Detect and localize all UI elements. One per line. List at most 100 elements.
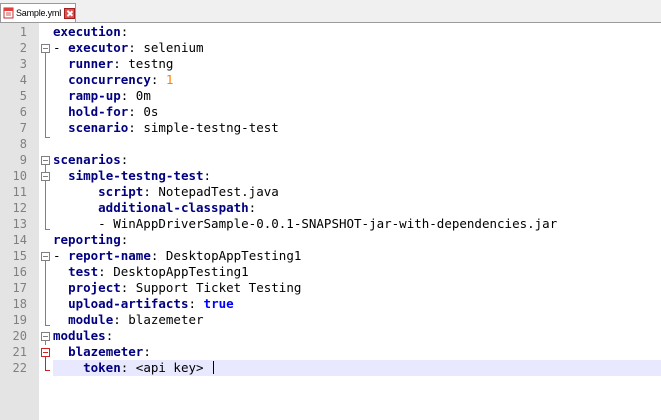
yaml-key: ramp-up	[68, 88, 121, 103]
yaml-text: : blazemeter	[113, 312, 204, 327]
yaml-text	[53, 296, 68, 311]
line-number: 2	[19, 41, 27, 55]
fold-toggle-icon[interactable]	[41, 156, 50, 165]
code-line[interactable]: modules:	[53, 328, 661, 344]
line-number: 18	[12, 297, 27, 311]
line-number: 10	[12, 169, 27, 183]
yaml-text	[53, 88, 68, 103]
code-line[interactable]: test: DesktopAppTesting1	[53, 264, 661, 280]
yaml-text: :	[143, 344, 151, 359]
yaml-text: : Support Ticket Testing	[120, 280, 302, 295]
code-line[interactable]: - report-name: DesktopAppTesting1	[53, 248, 661, 264]
line-number: 5	[19, 89, 27, 103]
yaml-text	[53, 72, 68, 87]
line-number: 21	[12, 345, 27, 359]
fold-toggle-icon[interactable]	[41, 332, 50, 341]
yaml-text: : DesktopAppTesting1	[98, 264, 249, 279]
code-line[interactable]: simple-testng-test:	[53, 168, 661, 184]
code-line[interactable]: scenarios:	[53, 152, 661, 168]
line-number: 6	[19, 105, 27, 119]
yaml-text	[53, 104, 68, 119]
yaml-file-icon	[3, 7, 14, 19]
yaml-text	[53, 312, 68, 327]
fold-toggle-icon[interactable]	[41, 44, 50, 53]
yaml-key: test	[68, 264, 99, 279]
yaml-text: :	[150, 72, 166, 87]
yaml-key: scenarios	[53, 152, 121, 167]
line-number: 4	[19, 73, 27, 87]
line-number: 22	[12, 361, 27, 375]
code-line[interactable]: scenario: simple-testng-test	[53, 120, 661, 136]
yaml-key: scenario	[68, 120, 129, 135]
yaml-key: runner	[68, 56, 114, 71]
code-line[interactable]: token: <api key>	[53, 360, 661, 376]
yaml-key: execution	[53, 24, 121, 39]
yaml-key: executor	[68, 40, 129, 55]
code-line[interactable]: ramp-up: 0m	[53, 88, 661, 104]
yaml-key: report-name	[68, 248, 151, 263]
yaml-key: hold-for	[68, 104, 129, 119]
yaml-text	[53, 360, 83, 375]
yaml-key: modules	[53, 328, 106, 343]
line-number: 16	[12, 265, 27, 279]
yaml-text	[53, 56, 68, 71]
code-line[interactable]: module: blazemeter	[53, 312, 661, 328]
fold-toggle-icon[interactable]	[41, 348, 50, 357]
code-line[interactable]: upload-artifacts: true	[53, 296, 661, 312]
code-line[interactable]: - WinAppDriverSample-0.0.1-SNAPSHOT-jar-…	[53, 216, 661, 232]
yaml-text	[53, 120, 68, 135]
line-number: 13	[12, 217, 27, 231]
yaml-text: : simple-testng-test	[128, 120, 279, 135]
line-numbers: 1 2 3 4 5 6 7 8 9 10 11 12 13 14 15 16 17 18 19 20 21 22	[0, 24, 27, 376]
code-line[interactable]: runner: testng	[53, 56, 661, 72]
yaml-key: script	[98, 184, 144, 199]
code-line[interactable]: execution:	[53, 24, 661, 40]
code-line[interactable]: hold-for: 0s	[53, 104, 661, 120]
line-number: 17	[12, 281, 27, 295]
yaml-key: token	[83, 360, 121, 375]
line-number: 11	[12, 185, 27, 199]
code-line[interactable]: reporting:	[53, 232, 661, 248]
code-editor[interactable]: execution: - executor: selenium runner: t…	[53, 24, 661, 376]
code-line[interactable]: project: Support Ticket Testing	[53, 280, 661, 296]
yaml-text	[53, 280, 68, 295]
yaml-text: : 0s	[128, 104, 159, 119]
yaml-text: -	[53, 248, 69, 263]
line-number: 20	[12, 329, 27, 343]
yaml-boolean: true	[203, 296, 234, 311]
yaml-text: :	[188, 296, 204, 311]
yaml-key: reporting	[53, 232, 121, 247]
yaml-text	[53, 344, 68, 359]
yaml-text: :	[120, 24, 129, 39]
close-icon[interactable]	[64, 7, 75, 19]
yaml-text: : <api key>	[120, 360, 212, 375]
line-number: 1	[19, 25, 27, 39]
yaml-text: : NotepadTest.java	[143, 184, 279, 199]
code-line[interactable]: script: NotepadTest.java	[53, 184, 661, 200]
code-line[interactable]: blazemeter:	[53, 344, 661, 360]
code-line[interactable]: additional-classpath:	[53, 200, 661, 216]
yaml-text	[53, 168, 68, 183]
yaml-text: :	[248, 200, 257, 215]
fold-toggle-icon[interactable]	[41, 172, 50, 181]
line-number: 14	[12, 233, 27, 247]
yaml-text: :	[105, 328, 114, 343]
tab-sample-yml[interactable]: Sample.yml	[0, 3, 76, 22]
code-line[interactable]: - executor: selenium	[53, 40, 661, 56]
yaml-text	[53, 264, 68, 279]
code-line[interactable]: concurrency: 1	[53, 72, 661, 88]
line-number: 7	[19, 121, 27, 135]
yaml-key: simple-testng-test	[68, 168, 204, 183]
tab-bar: Sample.yml	[0, 0, 661, 23]
fold-toggle-icon[interactable]	[41, 252, 50, 261]
yaml-key: project	[68, 280, 121, 295]
line-number: 19	[12, 313, 27, 327]
yaml-text: : testng	[113, 56, 174, 71]
yaml-text	[53, 184, 98, 199]
code-line[interactable]	[53, 136, 661, 152]
yaml-key: additional-classpath	[98, 200, 249, 215]
yaml-text: :	[203, 168, 212, 183]
line-number: 8	[19, 137, 27, 151]
text-cursor	[213, 361, 215, 374]
yaml-text: -	[53, 40, 69, 55]
